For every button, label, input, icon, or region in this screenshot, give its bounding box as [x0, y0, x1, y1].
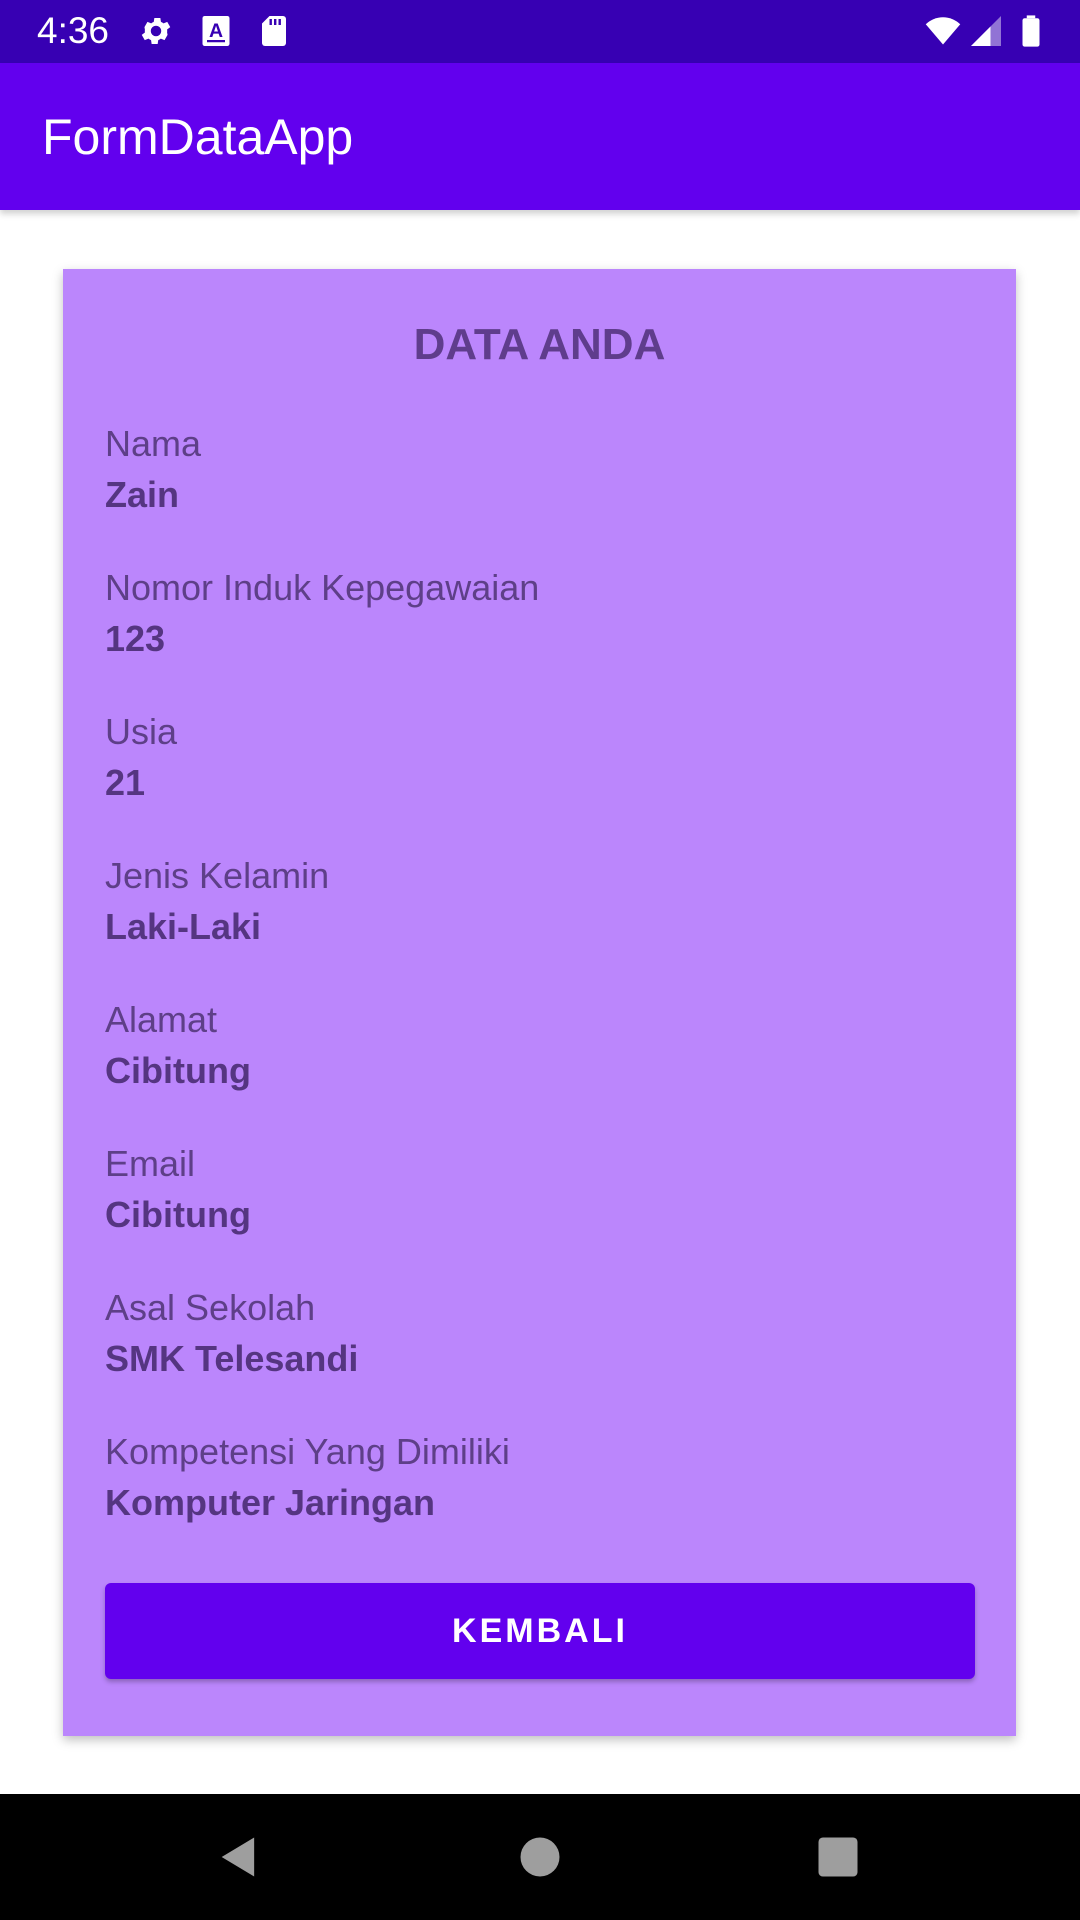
field-asal-sekolah: Asal Sekolah SMK Telesandi — [105, 1283, 358, 1385]
card-title: DATA ANDA — [413, 320, 666, 369]
field-label: Usia — [105, 711, 178, 752]
field-value: 123 — [105, 618, 166, 659]
field-value: 21 — [105, 762, 146, 803]
app-bar: FormDataApp — [0, 63, 1080, 210]
field-value: SMK Telesandi — [105, 1338, 359, 1379]
gear-icon — [138, 13, 174, 49]
battery-icon — [1014, 13, 1048, 49]
field-nik: Nomor Induk Kepegawaian 123 — [105, 563, 539, 665]
field-label: Email — [105, 1143, 196, 1184]
navigation-bar — [0, 1794, 1080, 1920]
field-label: Nama — [105, 423, 202, 464]
signal-icon — [968, 13, 1004, 49]
app-title: FormDataApp — [42, 109, 354, 165]
recents-icon[interactable] — [812, 1831, 864, 1883]
back-icon[interactable] — [213, 1831, 265, 1883]
field-value: Laki-Laki — [105, 906, 262, 947]
field-value: Cibitung — [105, 1050, 251, 1091]
field-jenis-kelamin: Jenis Kelamin Laki-Laki — [105, 851, 329, 953]
field-label: Alamat — [105, 999, 218, 1040]
field-label: Nomor Induk Kepegawaian — [105, 567, 540, 608]
home-icon[interactable] — [514, 1831, 566, 1883]
field-value: Komputer Jaringan — [105, 1482, 436, 1523]
field-value: Zain — [105, 474, 180, 515]
field-nama: Nama Zain — [105, 419, 201, 521]
svg-text:A: A — [209, 20, 223, 42]
field-label: Kompetensi Yang Dimiliki — [105, 1431, 510, 1472]
a-accessibility-icon: A — [198, 13, 234, 49]
status-time: 4:36 — [37, 10, 110, 51]
field-email: Email Cibitung — [105, 1139, 251, 1241]
wifi-icon — [922, 13, 964, 49]
status-bar: 4:36 A — [0, 0, 1080, 63]
data-card: DATA ANDA Nama Zain Nomor Induk Kepegawa… — [63, 269, 1016, 1736]
field-kompetensi: Kompetensi Yang Dimiliki Komputer Jaring… — [105, 1427, 510, 1529]
field-value: Cibitung — [105, 1194, 251, 1235]
sd-card-icon — [256, 13, 292, 49]
field-alamat: Alamat Cibitung — [105, 995, 251, 1097]
field-label: Asal Sekolah — [105, 1287, 316, 1328]
field-label: Jenis Kelamin — [105, 855, 330, 896]
kembali-button[interactable]: KEMBALI — [105, 1583, 975, 1679]
field-usia: Usia 21 — [105, 707, 177, 809]
